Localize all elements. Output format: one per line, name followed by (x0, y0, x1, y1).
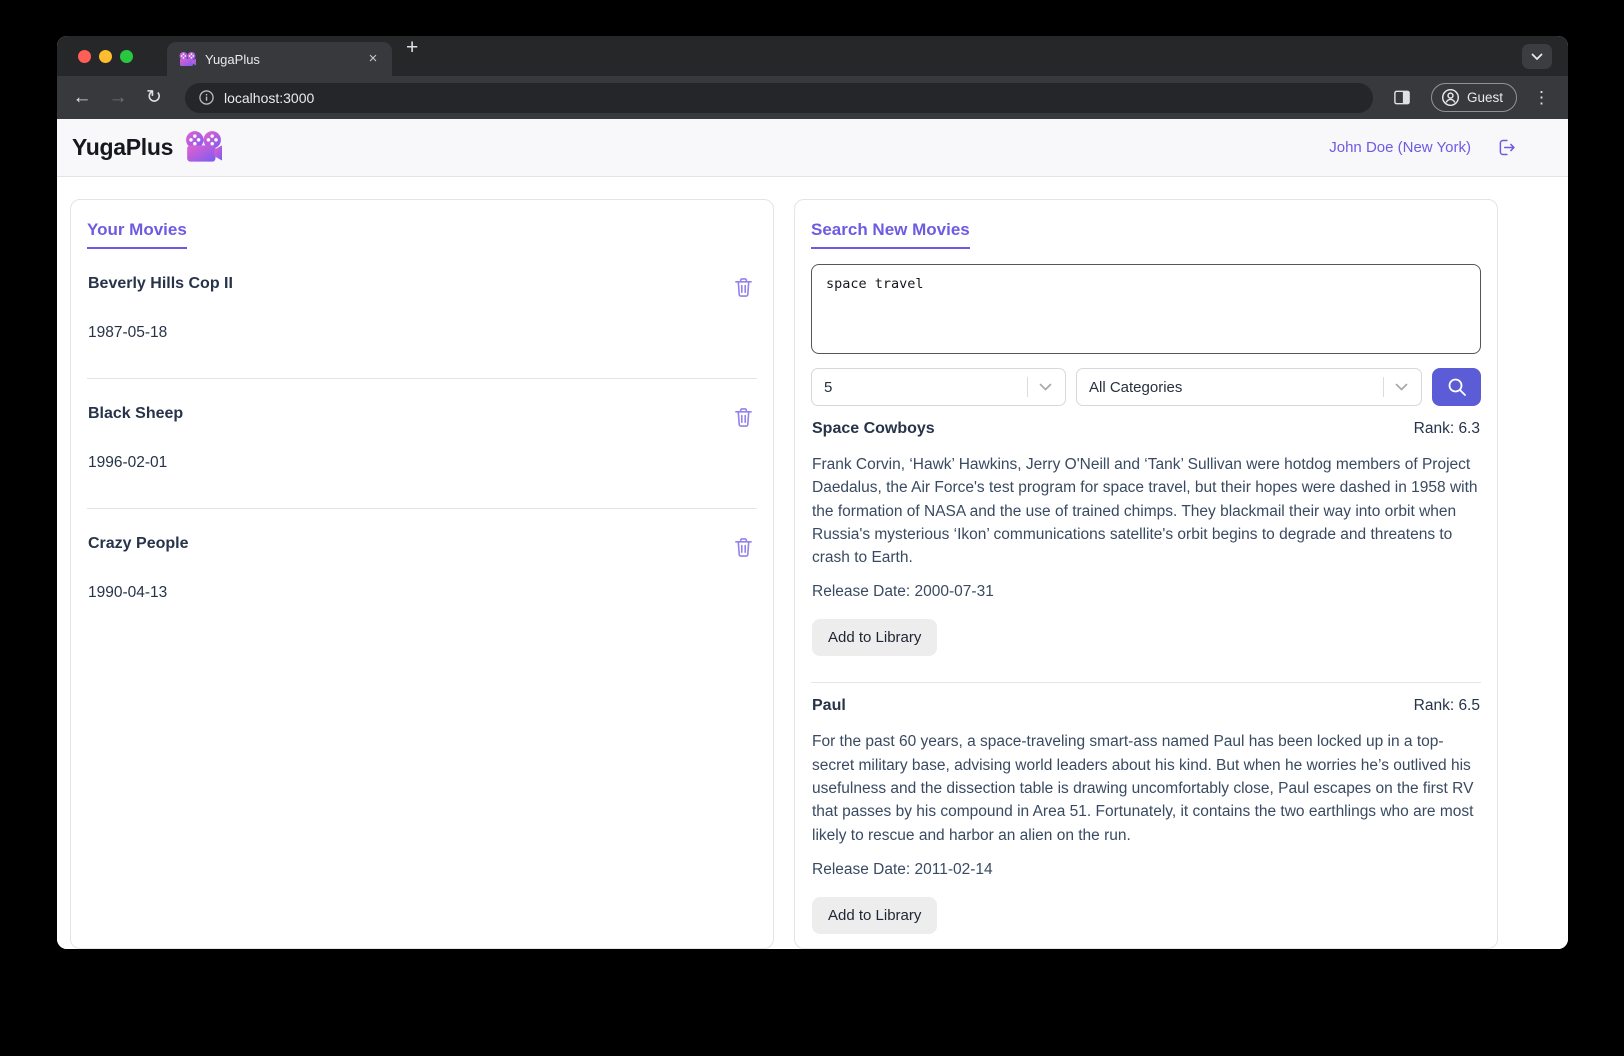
result-description: Frank Corvin, ‘Hawk’ Hawkins, Jerry O'Ne… (812, 456, 1478, 567)
browser-menu-button[interactable]: ⋮ (1531, 88, 1552, 108)
movie-date: 1990-04-13 (88, 584, 168, 601)
movie-camera-icon (185, 131, 223, 164)
back-button[interactable]: ← (67, 83, 97, 113)
search-controls: 5 All Categories (811, 368, 1481, 406)
list-item: Crazy People 1990-04-13 (87, 508, 757, 638)
chevron-down-icon (1028, 383, 1065, 392)
search-heading: Search New Movies (811, 220, 970, 249)
delete-movie-button[interactable] (732, 405, 755, 431)
url-text: localhost:3000 (224, 89, 315, 106)
movie-title: Crazy People (88, 535, 189, 552)
movie-date: 1987-05-18 (88, 324, 168, 341)
movie-title: Black Sheep (88, 405, 184, 422)
window-controls (57, 50, 133, 76)
forward-button[interactable]: → (103, 83, 133, 113)
category-value: All Categories (1089, 378, 1183, 396)
site-info-icon[interactable] (199, 90, 214, 105)
list-item: Beverly Hills Cop II 1987-05-18 (87, 249, 757, 378)
side-panel-icon[interactable] (1387, 83, 1417, 113)
maximize-window-button[interactable] (120, 50, 133, 63)
logout-icon[interactable] (1496, 137, 1517, 158)
app-header: YugaPlus John Doe (New York) (57, 119, 1568, 177)
result-limit-select[interactable]: 5 (811, 368, 1066, 406)
result-limit-value: 5 (824, 378, 833, 396)
trash-icon (735, 538, 752, 557)
result-rank: Rank: 6.5 (1413, 697, 1480, 715)
tab-strip: YugaPlus × + (57, 36, 1568, 76)
result-rank: Rank: 6.3 (1413, 420, 1480, 437)
result-title: Space Cowboys (812, 420, 935, 437)
add-to-library-button[interactable]: Add to Library (812, 896, 938, 934)
person-icon (1441, 88, 1459, 107)
delete-movie-button[interactable] (732, 535, 755, 561)
search-icon (1448, 378, 1466, 396)
search-query-textarea[interactable]: space travel (811, 264, 1481, 354)
address-bar[interactable]: localhost:3000 (185, 82, 1373, 113)
add-to-library-button[interactable]: Add to Library (812, 619, 938, 657)
search-result: Paul Rank: 6.5 For the past 60 years, a … (811, 682, 1481, 948)
browser-window: YugaPlus × + ← → ↻ localhost:3000 Guest … (57, 36, 1568, 949)
chevron-down-icon (1531, 53, 1543, 60)
result-title: Paul (812, 697, 846, 715)
list-item: Black Sheep 1996-02-01 (87, 378, 757, 508)
result-release-date: Release Date: 2011-02-14 (812, 860, 993, 878)
tab-favicon-camera-icon (179, 51, 196, 67)
result-release-date: Release Date: 2000-07-31 (812, 583, 994, 601)
user-name: John Doe (New York) (1329, 139, 1471, 156)
minimize-window-button[interactable] (99, 50, 112, 63)
movie-date: 1996-02-01 (88, 454, 168, 471)
brand-title: YugaPlus (72, 134, 174, 160)
result-description: For the past 60 years, a space-traveling… (812, 733, 1474, 844)
browser-toolbar: ← → ↻ localhost:3000 Guest ⋮ (57, 76, 1568, 119)
reload-button[interactable]: ↻ (139, 83, 169, 113)
category-select[interactable]: All Categories (1076, 368, 1422, 406)
browser-tab[interactable]: YugaPlus × (167, 42, 392, 76)
search-panel: Search New Movies space travel 5 All Cat… (794, 199, 1498, 949)
your-movies-heading: Your Movies (87, 220, 187, 249)
tab-search-button[interactable] (1522, 44, 1552, 69)
tab-close-icon[interactable]: × (364, 50, 382, 68)
search-result: Space Cowboys Rank: 6.3 Frank Corvin, ‘H… (811, 406, 1481, 682)
new-tab-button[interactable]: + (392, 36, 418, 76)
search-button[interactable] (1432, 368, 1481, 406)
tab-title: YugaPlus (205, 51, 260, 67)
page-content: YugaPlus John Doe (New York) Your Movies… (57, 119, 1568, 949)
chevron-down-icon (1384, 383, 1421, 392)
delete-movie-button[interactable] (732, 275, 755, 301)
trash-icon (735, 408, 752, 427)
close-window-button[interactable] (78, 50, 91, 63)
main-content: Your Movies Beverly Hills Cop II 1987-05… (57, 177, 1568, 949)
your-movies-panel: Your Movies Beverly Hills Cop II 1987-05… (70, 199, 774, 949)
trash-icon (735, 278, 752, 297)
profile-button[interactable]: Guest (1430, 83, 1517, 112)
profile-label: Guest (1466, 90, 1503, 105)
movie-title: Beverly Hills Cop II (88, 275, 233, 292)
